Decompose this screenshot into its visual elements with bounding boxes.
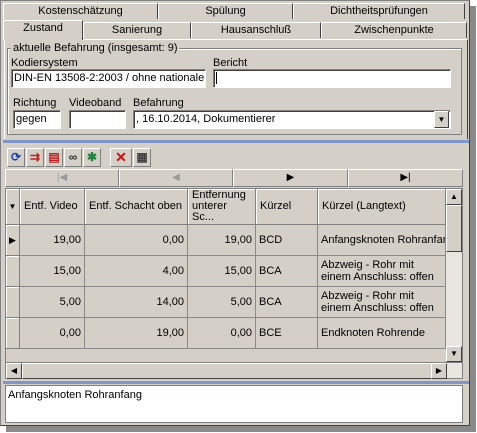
cell-schacht[interactable]: 19,00 (85, 318, 188, 349)
cell-video[interactable]: 5,00 (20, 287, 85, 318)
cell-schacht[interactable]: 14,00 (85, 287, 188, 318)
videoband-label: Videoband (69, 97, 122, 109)
separator (3, 381, 469, 384)
chevron-down-icon[interactable]: ▼ (434, 111, 449, 128)
cell-kuerzel[interactable]: BCE (256, 318, 318, 349)
dialog-window: Kostenschätzung Spülung Dichtheitsprüfun… (0, 0, 470, 426)
copy-icon[interactable]: ▤ (45, 148, 63, 167)
column-header[interactable]: Entf. Schacht oben (85, 189, 188, 225)
cell-unterer[interactable]: 15,00 (188, 256, 256, 287)
record-navigator: |◀ ◀ ▶ ▶| (5, 169, 463, 187)
befahrung-select[interactable]: , 16.10.2014, Dokumentierer (133, 110, 451, 129)
cell-kuerzel[interactable]: BCA (256, 256, 318, 287)
scroll-thumb[interactable] (446, 205, 462, 252)
befahrung-label: Befahrung (133, 97, 184, 109)
cell-unterer[interactable]: 0,00 (188, 318, 256, 349)
group-title: aktuelle Befahrung (insgesamt: 9) (11, 42, 180, 54)
scroll-up-icon[interactable]: ▲ (446, 189, 462, 205)
cell-video[interactable]: 19,00 (20, 225, 85, 256)
find-icon[interactable]: ∞ (64, 148, 82, 167)
tab-sanierung[interactable]: Sanierung (83, 22, 191, 38)
cell-langtext[interactable]: Anfangsknoten Rohranfang (318, 225, 446, 256)
table-row[interactable]: 15,00 4,00 15,00 BCA Abzweig - Rohr mit … (6, 256, 446, 287)
cell-video[interactable]: 15,00 (20, 256, 85, 287)
langtext-memo[interactable]: Anfangsknoten Rohranfang (5, 385, 463, 423)
nav-prev-button[interactable]: ◀ (119, 169, 233, 187)
header-indicator[interactable]: ▼ (6, 189, 20, 225)
cell-kuerzel[interactable]: BCA (256, 287, 318, 318)
cell-unterer[interactable]: 5,00 (188, 287, 256, 318)
vertical-scrollbar[interactable]: ▲ ▼ (446, 189, 462, 362)
tab-zwischenpunkte[interactable]: Zwischenpunkte (321, 22, 467, 38)
table-row[interactable]: ▶ 19,00 0,00 19,00 BCD Anfangsknoten Roh… (6, 225, 446, 256)
nav-next-button[interactable]: ▶ (233, 169, 348, 187)
bericht-field[interactable] (213, 69, 451, 88)
column-header[interactable]: Kürzel (Langtext) (318, 189, 446, 225)
column-header[interactable]: Entf. Video (20, 189, 85, 225)
cell-schacht[interactable]: 4,00 (85, 256, 188, 287)
table-row[interactable]: 5,00 14,00 5,00 BCA Abzweig - Rohr mit e… (6, 287, 446, 318)
delete-icon[interactable]: ✕ (110, 148, 132, 167)
table-row[interactable]: 0,00 19,00 0,00 BCE Endknoten Rohrende (6, 318, 446, 349)
tab-spuelung[interactable]: Spülung (158, 3, 293, 19)
cell-video[interactable]: 0,00 (20, 318, 85, 349)
cell-schacht[interactable]: 0,00 (85, 225, 188, 256)
cell-langtext[interactable]: Endknoten Rohrende (318, 318, 446, 349)
cell-unterer[interactable]: 19,00 (188, 225, 256, 256)
kodiersystem-field[interactable]: DIN-EN 13508-2:2003 / ohne nationale (11, 69, 206, 88)
row-indicator[interactable] (6, 256, 20, 287)
tab-hausanschluss[interactable]: Hausanschluß (191, 22, 321, 38)
scroll-left-icon[interactable]: ◀ (6, 363, 22, 379)
column-header[interactable]: Entfernung unterer Sc... (188, 189, 256, 225)
tab-kostenschaetzung[interactable]: Kostenschätzung (3, 3, 158, 19)
row-indicator[interactable]: ▶ (6, 225, 20, 256)
scroll-right-icon[interactable]: ▶ (431, 363, 447, 379)
column-header[interactable]: Kürzel (256, 189, 318, 225)
row-indicator[interactable] (6, 287, 20, 318)
kodiersystem-label: Kodiersystem (11, 57, 78, 69)
nav-last-button[interactable]: ▶| (348, 169, 463, 187)
separator (3, 140, 469, 143)
tab-dichtheitspruefungen[interactable]: Dichtheitsprüfungen (293, 3, 465, 19)
cell-langtext[interactable]: Abzweig - Rohr mit einem Anschluss: offe… (318, 287, 446, 318)
horizontal-scrollbar[interactable]: ◀ ▶ (5, 363, 463, 379)
scroll-thumb[interactable] (22, 363, 436, 379)
scroll-down-icon[interactable]: ▼ (446, 346, 462, 362)
settings-icon[interactable]: ✱ (83, 148, 101, 167)
richtung-field[interactable]: gegen (13, 110, 61, 129)
nav-first-button[interactable]: |◀ (5, 169, 119, 187)
add-rows-icon[interactable]: ⇉ (26, 148, 44, 167)
text-cursor (216, 72, 217, 85)
row-indicator[interactable] (6, 318, 20, 349)
cell-kuerzel[interactable]: BCD (256, 225, 318, 256)
data-grid: ▼ Entf. Video Entf. Schacht oben Entfern… (5, 188, 463, 363)
grid-icon[interactable]: ▦ (133, 148, 151, 167)
bericht-label: Bericht (213, 57, 248, 69)
cell-langtext[interactable]: Abzweig - Rohr mit einem Anschluss: offe… (318, 256, 446, 287)
refresh-icon[interactable]: ⟳ (7, 148, 25, 167)
videoband-field[interactable] (69, 110, 126, 129)
richtung-label: Richtung (13, 97, 57, 109)
tab-zustand[interactable]: Zustand (3, 20, 83, 40)
